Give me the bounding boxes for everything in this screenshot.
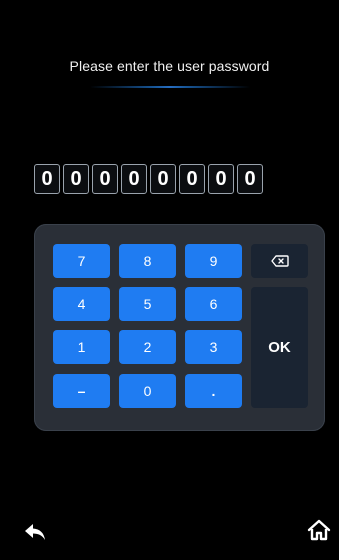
back-button[interactable]	[22, 520, 48, 544]
key-minus[interactable]: –	[53, 374, 110, 408]
password-digit-1: 0	[34, 164, 60, 194]
backspace-icon	[270, 255, 289, 267]
home-button[interactable]	[306, 518, 332, 542]
password-digit-2: 0	[63, 164, 89, 194]
ok-button[interactable]: OK	[251, 287, 308, 408]
key-dot[interactable]: .	[185, 374, 242, 408]
password-digit-3: 0	[92, 164, 118, 194]
password-digit-7: 0	[208, 164, 234, 194]
back-arrow-icon	[23, 522, 47, 542]
password-digit-6: 0	[179, 164, 205, 194]
password-digit-4: 0	[121, 164, 147, 194]
keypad-panel: 7 8 9 4 5 6 OK 1 2 3 – 0 .	[34, 224, 325, 431]
key-2[interactable]: 2	[119, 330, 176, 364]
key-6[interactable]: 6	[185, 287, 242, 321]
key-3[interactable]: 3	[185, 330, 242, 364]
password-display: 0 0 0 0 0 0 0 0	[34, 164, 263, 194]
key-7[interactable]: 7	[53, 244, 110, 278]
backspace-button[interactable]	[251, 244, 308, 278]
key-4[interactable]: 4	[53, 287, 110, 321]
password-digit-8: 0	[237, 164, 263, 194]
home-icon	[307, 519, 331, 541]
password-prompt: Please enter the user password	[69, 58, 270, 74]
key-5[interactable]: 5	[119, 287, 176, 321]
key-8[interactable]: 8	[119, 244, 176, 278]
password-digit-5: 0	[150, 164, 176, 194]
key-0[interactable]: 0	[119, 374, 176, 408]
key-9[interactable]: 9	[185, 244, 242, 278]
prompt-underline	[90, 86, 250, 88]
key-1[interactable]: 1	[53, 330, 110, 364]
